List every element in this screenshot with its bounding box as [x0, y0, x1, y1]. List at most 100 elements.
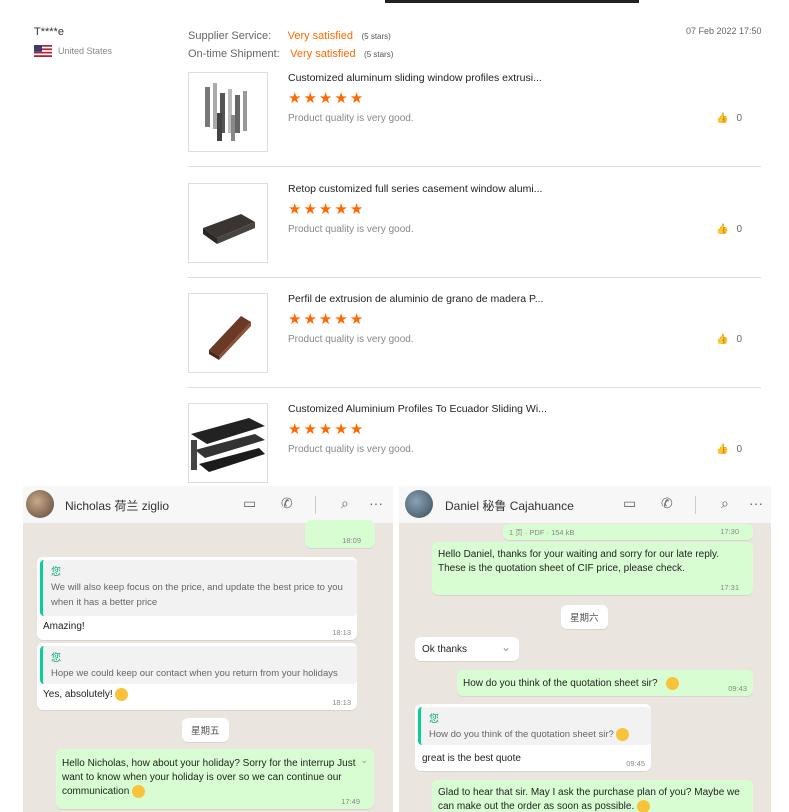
message-time: 17:31	[720, 583, 739, 592]
like-button[interactable]: 👍 0	[716, 113, 742, 124]
chat-bubble-out[interactable]: Glad to hear that sir. May I ask the pur…	[432, 780, 753, 812]
star-icon: ★	[303, 421, 317, 438]
star-icon: ★	[334, 201, 348, 218]
star-icon: ★	[303, 311, 317, 328]
message-row: How do you think of the quotation sheet …	[463, 677, 680, 690]
message-row: Glad to hear that sir. May I ask the pur…	[438, 786, 744, 812]
quote-text: How do you think of the quotation sheet …	[429, 729, 614, 740]
more-icon[interactable]: ···	[749, 495, 763, 511]
blush-emoji-icon	[637, 800, 651, 812]
window-profiles-photo	[205, 83, 247, 141]
file-attachment[interactable]: 1 页 · PDF · 154 kB 17:30	[503, 524, 753, 540]
chat-bubble-out[interactable]: How do you think of the quotation sheet …	[457, 670, 753, 696]
chat-bubble-out[interactable]: Hello Nicholas, how about your holiday? …	[56, 749, 374, 809]
active-tab-indicator	[385, 0, 639, 3]
wood-grain-profile-photo	[209, 316, 251, 360]
product-title[interactable]: Retop customized full series casement wi…	[288, 183, 542, 195]
star-icon: ★	[288, 311, 302, 328]
chat-bubble-in[interactable]: Ok thanks ⌄	[415, 637, 519, 661]
product-image[interactable]	[188, 183, 268, 263]
product-image[interactable]	[188, 72, 268, 152]
search-icon[interactable]: ⌕	[721, 495, 729, 512]
message-text: Hello Daniel, thanks for your waiting an…	[438, 549, 720, 574]
casement-profile-photo	[203, 214, 255, 244]
file-info: 1 页 · PDF · 154 kB	[509, 528, 575, 537]
quote-author: 您	[429, 714, 439, 725]
divider	[188, 387, 761, 388]
message-text: Hello Nicholas, how about your holiday? …	[62, 758, 356, 798]
smile-emoji-icon	[666, 677, 680, 690]
star-icon: ★	[318, 311, 333, 328]
star-icon: ★	[303, 90, 317, 107]
product-image[interactable]	[188, 403, 268, 483]
contact-name[interactable]: Nicholas 荷兰 ziglio	[65, 497, 169, 514]
star-icon: ★	[288, 90, 302, 107]
thumbs-up-icon: 👍	[716, 113, 729, 124]
product-title[interactable]: Perfil de extrusion de aluminio de grano…	[288, 293, 543, 305]
message-text: How do you think of the quotation sheet …	[463, 678, 658, 690]
like-button[interactable]: 👍 0	[716, 224, 742, 235]
star-icon: ★	[318, 201, 333, 218]
us-flag-icon	[34, 45, 52, 57]
smile-emoji-icon	[616, 727, 630, 741]
product-comment: Product quality is very good.	[288, 334, 414, 345]
divider	[188, 166, 761, 167]
buyer-name: T****e	[34, 26, 64, 38]
chevron-down-icon[interactable]: ⌄	[360, 755, 368, 766]
chat-bubble-in[interactable]: 您 How do you think of the quotation shee…	[415, 704, 651, 771]
buyer-country: United States	[34, 45, 112, 57]
message-time: 09:43	[728, 684, 747, 693]
chat-header: Nicholas 荷兰 ziglio ▭ ✆ ⌕ ···	[23, 486, 393, 523]
header-divider	[315, 496, 316, 514]
star-icon: ★	[334, 311, 348, 328]
shipment-stars: (5 stars)	[364, 50, 394, 59]
product-comment: Product quality is very good.	[288, 444, 414, 455]
search-icon[interactable]: ⌕	[341, 495, 349, 512]
country-label: United States	[58, 46, 113, 56]
product-rating: ★ ★ ★ ★ ★	[288, 422, 363, 437]
message-text: Yes, absolutely!	[43, 689, 113, 701]
day-separator: 星期五	[182, 718, 229, 742]
avatar[interactable]	[405, 490, 433, 518]
chat-header: Daniel 秘鲁 Cajahuance ▭ ✆ ⌕ ···	[399, 486, 771, 523]
like-count: 0	[736, 113, 743, 124]
product-title[interactable]: Customized Aluminium Profiles To Ecuador…	[288, 403, 547, 415]
more-icon[interactable]: ···	[369, 495, 383, 511]
avatar[interactable]	[26, 490, 54, 518]
quoted-message[interactable]: 您 Hope we could keep our contact when yo…	[40, 646, 357, 684]
quoted-message[interactable]: 您 We will also keep focus on the price, …	[40, 560, 357, 616]
chevron-down-icon[interactable]: ⌄	[501, 640, 511, 654]
quote-author: 您	[51, 653, 61, 664]
quoted-message[interactable]: 您 How do you think of the quotation shee…	[418, 707, 651, 745]
like-count: 0	[736, 334, 743, 345]
shipment-value: Very satisfied	[290, 48, 356, 60]
like-count: 0	[736, 444, 743, 455]
like-button[interactable]: 👍 0	[716, 444, 742, 455]
star-icon: ★	[334, 421, 348, 438]
product-comment: Product quality is very good.	[288, 224, 414, 235]
header-divider	[695, 496, 696, 514]
video-icon[interactable]: ▭	[623, 495, 636, 512]
star-icon: ★	[288, 421, 302, 438]
chat-bubble-out[interactable]: Hello Daniel, thanks for your waiting an…	[432, 542, 753, 595]
star-icon: ★	[349, 90, 364, 107]
product-rating: ★ ★ ★ ★ ★	[288, 91, 363, 106]
chat-bubble-in[interactable]: 您 We will also keep focus on the price, …	[37, 557, 357, 640]
message-time: 18:13	[332, 628, 351, 637]
message-time: 18:13	[332, 698, 351, 707]
chat-bubble-out[interactable]: 18:09	[305, 520, 375, 548]
supplier-service-row: Supplier Service: Very satisfied (5 star…	[188, 26, 391, 44]
like-button[interactable]: 👍 0	[716, 334, 742, 345]
shipment-label: On-time Shipment:	[188, 48, 280, 60]
thumbs-up-icon: 👍	[716, 334, 729, 345]
product-image[interactable]	[188, 293, 268, 373]
video-icon[interactable]: ▭	[243, 495, 256, 512]
phone-icon[interactable]: ✆	[661, 495, 673, 512]
contact-name[interactable]: Daniel 秘鲁 Cajahuance	[445, 497, 574, 514]
chat-bubble-in[interactable]: 您 Hope we could keep our contact when yo…	[37, 643, 357, 710]
star-icon: ★	[318, 90, 333, 107]
star-icon: ★	[349, 311, 364, 328]
product-title[interactable]: Customized aluminum sliding window profi…	[288, 72, 542, 84]
phone-icon[interactable]: ✆	[281, 495, 293, 512]
product-rating: ★ ★ ★ ★ ★	[288, 312, 363, 327]
